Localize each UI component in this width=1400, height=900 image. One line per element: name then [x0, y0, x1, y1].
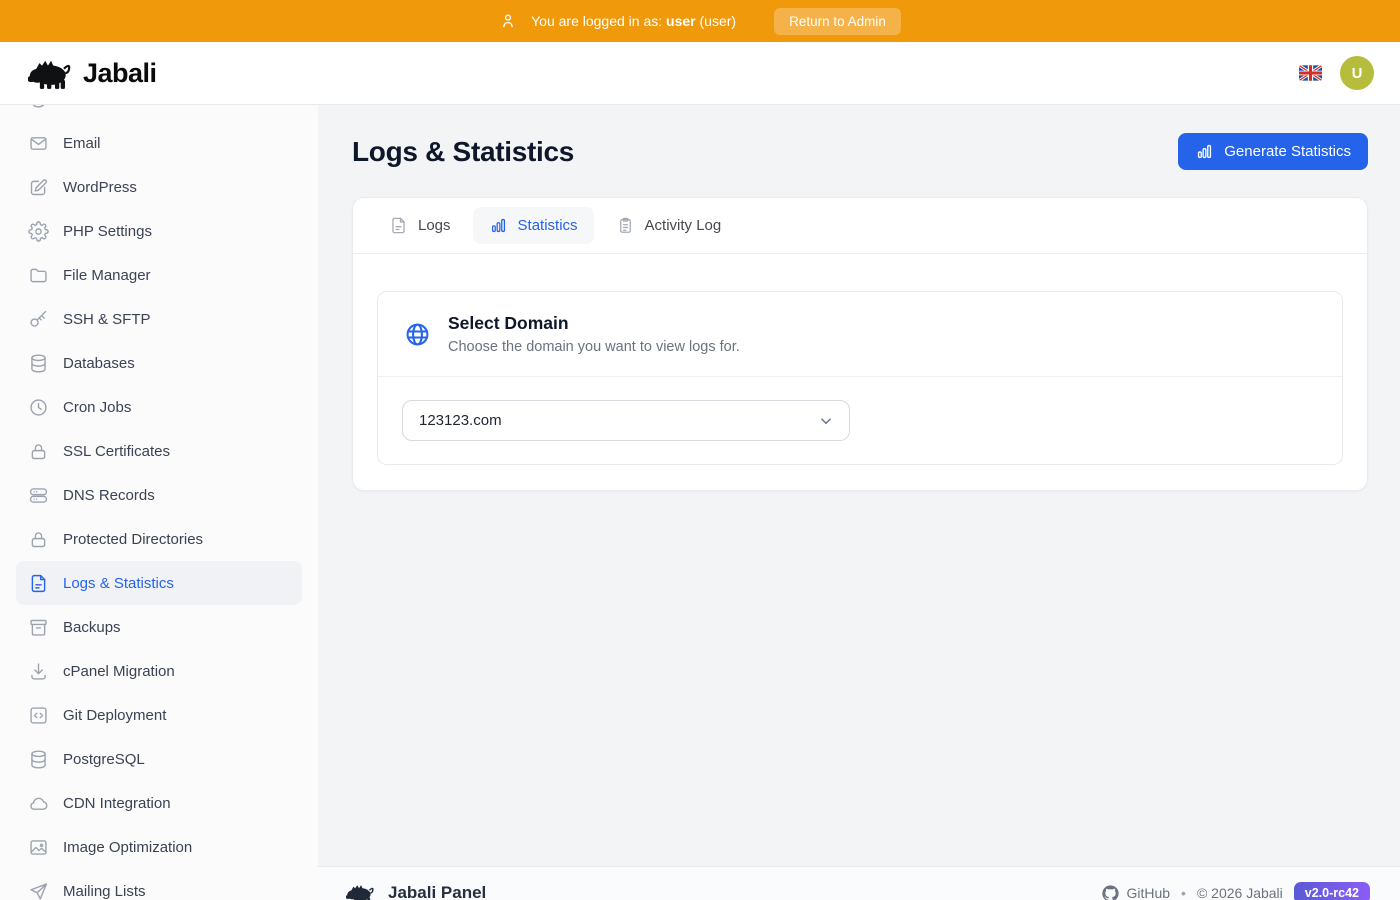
sidebar-item-cron-jobs[interactable]: Cron Jobs — [16, 385, 302, 429]
sidebar-item-databases[interactable]: Databases — [16, 341, 302, 385]
globe-icon — [404, 321, 431, 348]
bar-chart-icon — [489, 216, 508, 235]
sidebar-item-email[interactable]: Email — [16, 121, 302, 165]
login-role: (user) — [700, 13, 737, 29]
download-icon — [28, 661, 49, 682]
lock-icon — [28, 529, 49, 550]
tab-logs[interactable]: Logs — [373, 207, 467, 244]
tab-statistics[interactable]: Statistics — [473, 207, 594, 244]
select-domain-card: Select Domain Choose the domain you want… — [377, 291, 1343, 465]
clipboard-icon — [616, 216, 635, 235]
login-message: You are logged in as: user (user) — [531, 13, 736, 29]
impersonation-banner: You are logged in as: user (user) Return… — [0, 0, 1400, 42]
footer-brand: Jabali Panel — [388, 883, 486, 900]
app-header: Jabali U — [0, 42, 1400, 105]
generate-statistics-button[interactable]: Generate Statistics — [1178, 133, 1368, 170]
brand-name: Jabali — [83, 58, 157, 89]
chevron-down-icon — [817, 412, 835, 430]
separator-dot: • — [1181, 885, 1186, 900]
image-icon — [28, 837, 49, 858]
database-icon — [28, 353, 49, 374]
user-avatar[interactable]: U — [1340, 56, 1374, 90]
lock-icon — [28, 441, 49, 462]
copyright: © 2026 Jabali — [1197, 885, 1283, 900]
sidebar-item-file-manager[interactable]: File Manager — [16, 253, 302, 297]
mail-icon — [28, 133, 49, 154]
document-icon — [389, 216, 408, 235]
sidebar: Email WordPress PHP Settings File Manage… — [0, 105, 318, 900]
brand-logo[interactable]: Jabali — [28, 56, 157, 90]
version-badge: v2.0-rc42 — [1294, 882, 1370, 900]
database-icon — [28, 749, 49, 770]
uk-flag-icon[interactable] — [1299, 65, 1322, 81]
sidebar-item-php-settings[interactable]: PHP Settings — [16, 209, 302, 253]
gear-icon — [28, 221, 49, 242]
bar-chart-icon — [1195, 142, 1214, 161]
return-to-admin-button[interactable]: Return to Admin — [774, 8, 901, 35]
logs-statistics-card: Logs Statistics Activity Log — [352, 197, 1368, 491]
sidebar-item-wordpress[interactable]: WordPress — [16, 165, 302, 209]
tab-bar: Logs Statistics Activity Log — [353, 198, 1367, 254]
sidebar-item-cpanel-migration[interactable]: cPanel Migration — [16, 649, 302, 693]
boar-icon — [28, 56, 74, 90]
cloud-icon — [28, 793, 49, 814]
sidebar-item-image-optimization[interactable]: Image Optimization — [16, 825, 302, 869]
login-username: user — [666, 13, 696, 29]
page-title: Logs & Statistics — [352, 136, 574, 168]
github-icon — [1102, 885, 1119, 900]
main-content: Logs & Statistics Generate Statistics Lo… — [318, 105, 1400, 866]
sidebar-item-dns-records[interactable]: DNS Records — [16, 473, 302, 517]
sidebar-item-backups[interactable]: Backups — [16, 605, 302, 649]
folder-icon — [28, 265, 49, 286]
server-icon — [28, 485, 49, 506]
domain-select[interactable]: 123123.com — [402, 400, 850, 441]
sidebar-item-partial[interactable] — [16, 105, 302, 121]
github-link[interactable]: GitHub — [1102, 885, 1170, 900]
archive-icon — [28, 617, 49, 638]
pencil-icon — [28, 177, 49, 198]
sidebar-item-logs-statistics[interactable]: Logs & Statistics — [16, 561, 302, 605]
code-icon — [28, 705, 49, 726]
sidebar-item-ssl-certificates[interactable]: SSL Certificates — [16, 429, 302, 473]
select-domain-title: Select Domain — [448, 313, 740, 334]
tab-activity-log[interactable]: Activity Log — [600, 207, 738, 244]
sidebar-item-protected-directories[interactable]: Protected Directories — [16, 517, 302, 561]
boar-icon — [346, 882, 376, 900]
sidebar-item-git-deployment[interactable]: Git Deployment — [16, 693, 302, 737]
app-footer: Jabali Panel GitHub • © 2026 Jabali v2.0… — [318, 866, 1400, 900]
clock-icon — [28, 397, 49, 418]
sidebar-item-cdn-integration[interactable]: CDN Integration — [16, 781, 302, 825]
paper-plane-icon — [28, 881, 49, 900]
sidebar-item-ssh-sftp[interactable]: SSH & SFTP — [16, 297, 302, 341]
domain-select-value: 123123.com — [419, 412, 502, 429]
sidebar-item-postgresql[interactable]: PostgreSQL — [16, 737, 302, 781]
key-icon — [28, 309, 49, 330]
document-icon — [28, 573, 49, 594]
globe-icon — [28, 105, 49, 110]
sidebar-item-mailing-lists[interactable]: Mailing Lists — [16, 869, 302, 900]
person-icon — [499, 12, 517, 30]
select-domain-subtitle: Choose the domain you want to view logs … — [448, 339, 740, 355]
